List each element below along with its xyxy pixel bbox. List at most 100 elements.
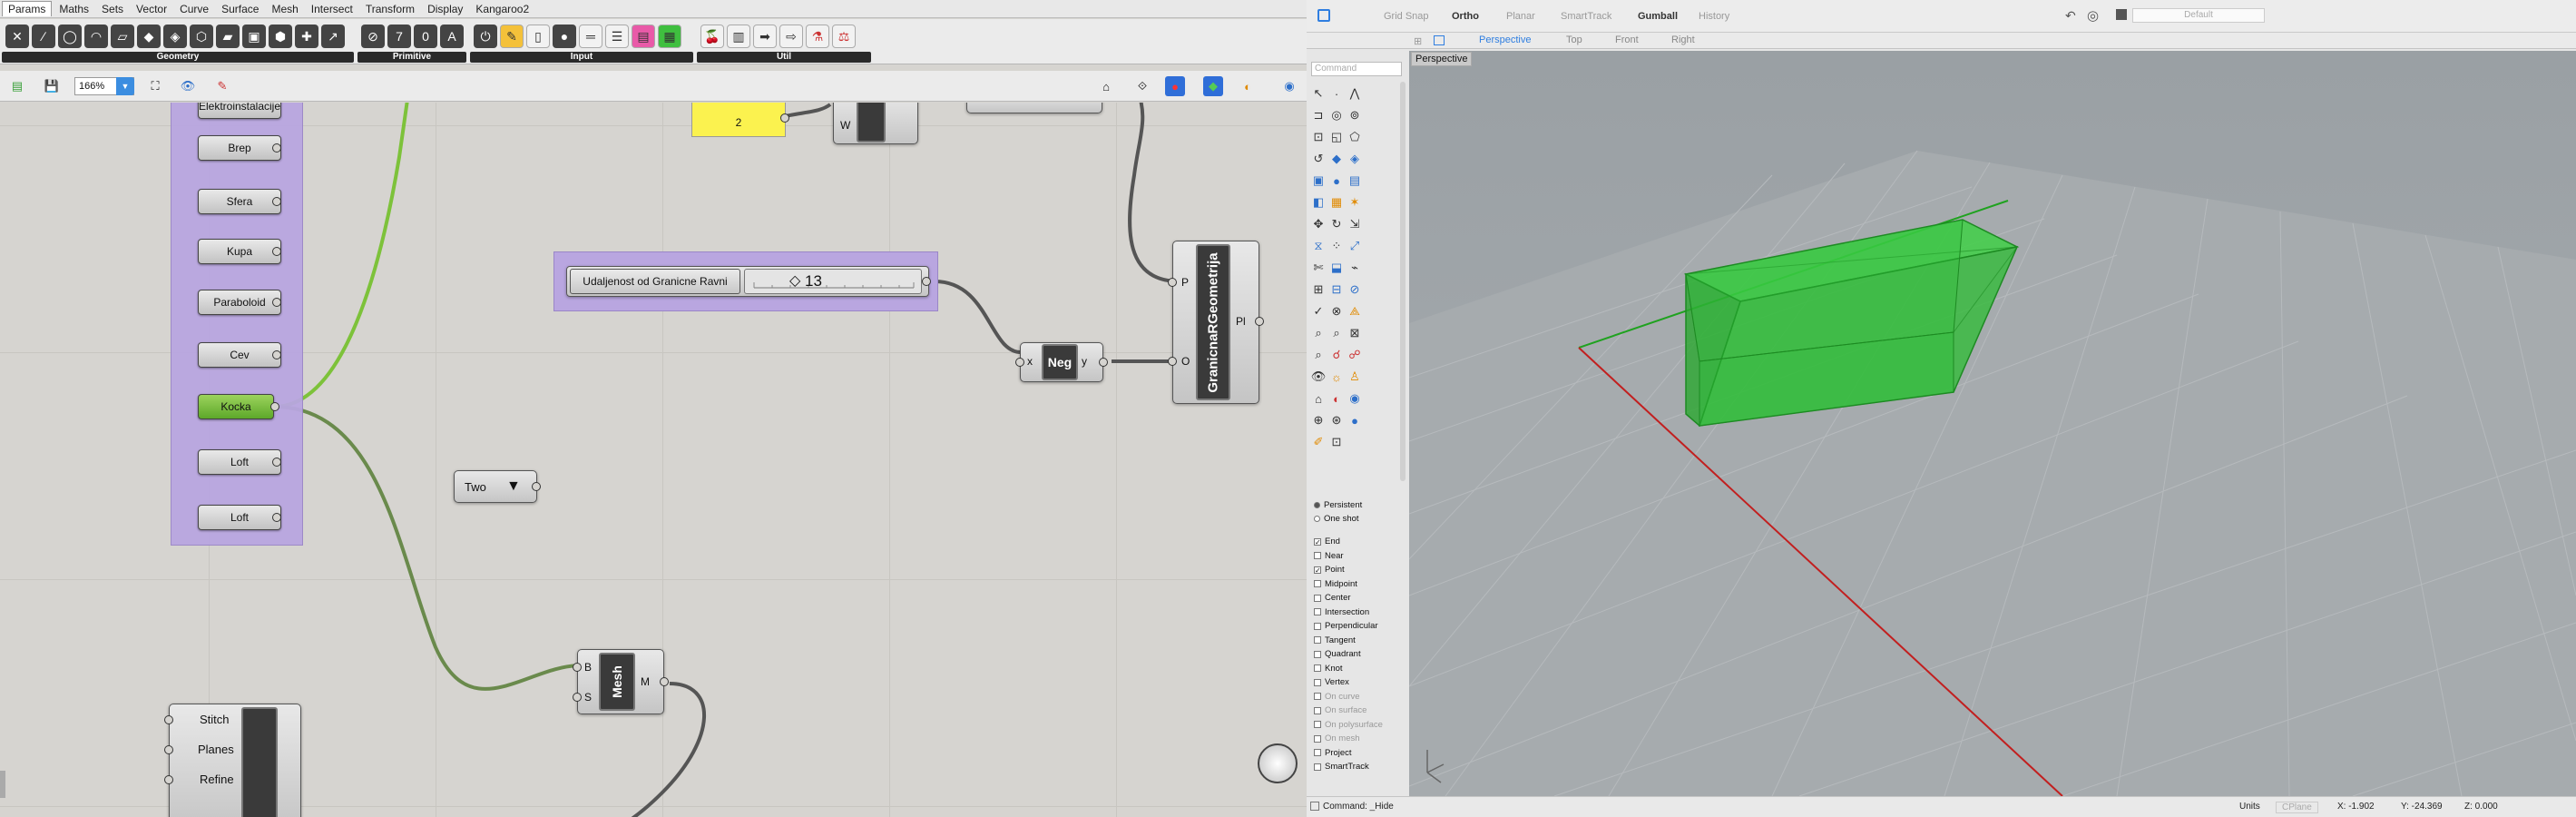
integer-param-icon[interactable]: 7 xyxy=(387,25,411,48)
loft-icon[interactable]: ◈ xyxy=(1347,151,1363,167)
gumball-toggle[interactable]: Gumball xyxy=(1638,11,1678,22)
tab-front[interactable]: Front xyxy=(1615,34,1639,45)
arc-param-icon[interactable]: ◠ xyxy=(84,25,108,48)
canvas-settings-icon[interactable]: ◉ xyxy=(1279,76,1299,96)
osnap-perpendicular[interactable]: Perpendicular xyxy=(1314,621,1378,631)
viewport-label[interactable]: Perspective xyxy=(1411,52,1473,66)
environment-icon[interactable]: ● xyxy=(1347,412,1363,428)
tab-maths[interactable]: Maths xyxy=(54,2,94,16)
dimension-icon[interactable]: ⊟ xyxy=(1328,281,1345,298)
move-icon[interactable]: ✥ xyxy=(1310,216,1327,232)
matrix-icon[interactable]: ▦ xyxy=(658,25,681,48)
ortho-toggle[interactable]: Ortho xyxy=(1452,11,1479,22)
canvas-navigator-icon[interactable] xyxy=(1258,743,1298,783)
fillet-icon[interactable]: ↺ xyxy=(1310,151,1327,167)
brep-param-icon[interactable]: ◆ xyxy=(137,25,161,48)
grid-snap-toggle[interactable]: Grid Snap xyxy=(1384,11,1429,22)
preview-selected-icon[interactable]: ◆ xyxy=(1203,76,1223,96)
tab-right[interactable]: Right xyxy=(1671,34,1695,45)
select-arrow-icon[interactable]: ↖ xyxy=(1310,85,1327,102)
button-paraboloid[interactable]: Paraboloid xyxy=(198,290,281,315)
scale-icon[interactable]: ⇲ xyxy=(1347,216,1363,232)
relay-arrow-icon[interactable]: ➡ xyxy=(753,25,777,48)
input-port[interactable] xyxy=(573,663,582,672)
slider-icon[interactable]: ═ xyxy=(579,25,602,48)
button-brep[interactable]: Brep xyxy=(198,135,281,161)
sketch-icon[interactable]: ✎ xyxy=(212,76,232,96)
osnap-end[interactable]: ✓ End xyxy=(1314,536,1340,546)
light-icon[interactable]: ☼ xyxy=(1328,369,1345,385)
command-input[interactable]: Command xyxy=(1311,62,1402,76)
color-icon[interactable]: ◐ xyxy=(1328,390,1345,407)
output-port[interactable] xyxy=(272,143,281,153)
zoom-icon[interactable]: ⌕ xyxy=(1310,325,1327,341)
display-mode-icon[interactable]: ◐ xyxy=(1238,76,1258,96)
circle-param-icon[interactable]: ◯ xyxy=(58,25,82,48)
curve-param-icon[interactable]: ∕ xyxy=(32,25,55,48)
output-port[interactable] xyxy=(660,677,669,686)
layer-dropdown[interactable]: Default xyxy=(2132,8,2265,23)
input-port[interactable] xyxy=(164,715,173,724)
geometry-param-icon[interactable]: ✕ xyxy=(5,25,29,48)
surface-icon[interactable]: ◆ xyxy=(1328,151,1345,167)
join-icon[interactable]: ⌁ xyxy=(1347,260,1363,276)
rectangle-icon[interactable]: ⊡ xyxy=(1310,129,1327,145)
button-group[interactable] xyxy=(171,103,303,546)
button-elektroinstalacije[interactable]: Elektroinstalacije xyxy=(198,103,281,119)
osnap-on-curve[interactable]: On curve xyxy=(1314,692,1360,702)
cplane-dropdown[interactable]: CPlane xyxy=(2276,802,2318,813)
group-param-icon[interactable]: ⬢ xyxy=(269,25,292,48)
zoom-window-icon[interactable]: ⌕ xyxy=(1328,325,1345,341)
check-icon[interactable]: ✓ xyxy=(1310,303,1327,320)
number-param-icon[interactable]: 0 xyxy=(414,25,437,48)
input-port[interactable] xyxy=(164,775,173,784)
button-cev[interactable]: Cev xyxy=(198,342,281,368)
analyze-icon[interactable]: ⊗ xyxy=(1328,303,1345,320)
osnap-intersection[interactable]: Intersection xyxy=(1314,607,1369,617)
flask-icon[interactable]: ⚖ xyxy=(832,25,856,48)
curve-icon[interactable]: ⊐ xyxy=(1310,107,1327,123)
osnap-on-surface[interactable]: On surface xyxy=(1314,705,1366,715)
cylinder-icon[interactable]: ▤ xyxy=(1347,172,1363,189)
preview-shaded-icon[interactable]: ● xyxy=(1165,76,1185,96)
undo-icon[interactable]: ↶ xyxy=(2065,8,2076,24)
osnap-quadrant[interactable]: Quadrant xyxy=(1314,649,1361,659)
lock-icon[interactable]: 👁 xyxy=(1310,369,1327,385)
slider-grip-icon[interactable]: ◇ xyxy=(789,269,800,294)
point-icon[interactable]: · xyxy=(1328,85,1345,102)
annotate-icon[interactable]: ✐ xyxy=(1310,434,1327,450)
units-label[interactable]: Units xyxy=(2239,802,2260,812)
planar-toggle[interactable]: Planar xyxy=(1506,11,1535,22)
osnap-persistent[interactable]: Persistent xyxy=(1314,500,1362,510)
rotate-icon[interactable]: ↻ xyxy=(1328,216,1345,232)
input-port[interactable] xyxy=(1168,357,1177,366)
open-file-icon[interactable]: ▤ xyxy=(7,76,27,96)
boolean-icon[interactable]: ◧ xyxy=(1310,194,1327,211)
solid-box-icon[interactable]: ▣ xyxy=(1310,172,1327,189)
surface-param-icon[interactable]: ▱ xyxy=(111,25,134,48)
bulb-icon[interactable]: ♙ xyxy=(1347,369,1363,385)
stitch-component[interactable] xyxy=(169,704,301,817)
grid-icon[interactable]: ⊞ xyxy=(1310,281,1327,298)
hide-icon[interactable]: ☌ xyxy=(1328,347,1345,363)
input-port[interactable] xyxy=(1015,358,1024,367)
ellipse-icon[interactable]: ⊚ xyxy=(1347,107,1363,123)
polyline-icon[interactable]: ⋀ xyxy=(1347,85,1363,102)
tab-params[interactable]: Params xyxy=(2,1,53,16)
trim-icon[interactable]: ✄ xyxy=(1310,260,1327,276)
mirror-icon[interactable]: ⧖ xyxy=(1310,238,1327,254)
save-icon[interactable]: 💾 xyxy=(42,76,62,96)
mesh-icon[interactable]: ▦ xyxy=(1328,194,1345,211)
cherry-picker-icon[interactable]: 🍒 xyxy=(700,25,724,48)
value-list-dropdown-icon[interactable]: ▼ xyxy=(506,478,521,495)
panel-value[interactable]: 2 xyxy=(691,103,786,137)
output-port[interactable] xyxy=(1099,358,1108,367)
relay-outline-icon[interactable]: ⇨ xyxy=(779,25,803,48)
button-sfera[interactable]: Sfera xyxy=(198,189,281,214)
tab-curve[interactable]: Curve xyxy=(174,2,214,16)
input-port[interactable] xyxy=(164,745,173,754)
circle-icon[interactable]: ◎ xyxy=(1328,107,1345,123)
output-port[interactable] xyxy=(272,197,281,206)
split-icon[interactable]: ⬓ xyxy=(1328,260,1345,276)
text-param-icon[interactable]: A xyxy=(440,25,464,48)
